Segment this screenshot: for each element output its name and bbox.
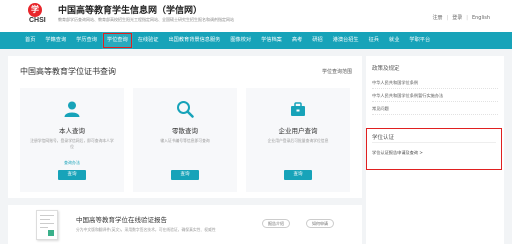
card-title: 零散查询 — [172, 127, 198, 135]
how-to-apply-button[interactable]: 如何申请 — [306, 219, 334, 228]
site-subtitle: 教育部学历查询网站、教育部高校招生阳光工程指定网站、全国硕士研究生招生报名和调剂… — [58, 17, 234, 22]
sidebar: 政策及规定 中华人民共和国学位条例 中华人民共和国学位条例暂行实施办法 常见问题… — [366, 56, 504, 244]
nav-item-diploma-query[interactable]: 学历查询 — [71, 32, 102, 49]
chsi-logo[interactable]: 学 CHSI — [26, 3, 52, 29]
card-description: 输入证书编号等信息即可查询 — [160, 138, 210, 143]
report-title: 中国高等教育学位在线验证报告 — [76, 216, 167, 224]
separator: | — [446, 14, 449, 21]
card-title: 企业用户查询 — [278, 127, 318, 135]
nav-item-home[interactable]: 首页 — [20, 32, 40, 49]
enterprise-query-card: 企业用户查询 企业用户登录后可批量查询学位信息 查询 — [246, 88, 350, 192]
card-description: 企业用户登录后可批量查询学位信息 — [267, 138, 329, 143]
nav-item-graduate[interactable]: 研招 — [307, 32, 327, 49]
personal-query-card: 本人查询 注册学信网账号，登录学信网后，即可查询本人学位 查询办法 查询 — [20, 88, 124, 192]
logo-emblem-icon: 学 — [28, 3, 42, 17]
query-method-link[interactable]: 查询办法 — [20, 160, 124, 166]
single-query-card: 零散查询 输入证书编号等信息即可查询 查询 — [133, 88, 237, 192]
magnifier-icon — [177, 101, 194, 118]
person-icon — [64, 101, 80, 117]
nav-item-image-check[interactable]: 图像校对 — [225, 32, 256, 49]
main-nav: 首页 学籍查询 学历查询 学位查询 在线验证 出国教育背景信息服务 图像校对 学… — [0, 32, 512, 49]
register-link[interactable]: 注册 — [433, 14, 443, 21]
page-title: 中国高等教育学位证书查询 — [20, 67, 116, 76]
policy-heading: 政策及规定 — [372, 66, 400, 72]
logo-text: CHSI — [29, 17, 46, 24]
verification-report-section: 中国高等教育学位在线验证报告 分为中文版和翻译件(英文)，采用数字签名技术，可在… — [8, 205, 362, 244]
nav-item-career[interactable]: 学职平台 — [404, 32, 435, 49]
nav-item-online-verify[interactable]: 在线验证 — [133, 32, 164, 49]
query-scope-link[interactable]: 学位查询范围 — [322, 68, 352, 75]
top-links: 注册 | 登录 | English — [433, 14, 490, 22]
policy-list: 中华人民共和国学位条例 中华人民共和国学位条例暂行实施办法 常见问题 — [372, 76, 498, 115]
login-link[interactable]: 登录 — [452, 14, 462, 21]
personal-query-button[interactable]: 查询 — [58, 170, 86, 180]
site-header: 学 CHSI 中国高等教育学生信息网（学信网） 教育部学历查询网站、教育部高校招… — [0, 0, 512, 32]
nav-item-enrollment-query[interactable]: 学籍查询 — [40, 32, 71, 49]
degree-query-panel: 中国高等教育学位证书查询 学位查询范围 本人查询 注册学信网账号，登录学信网后，… — [8, 56, 362, 198]
enterprise-icon — [291, 102, 305, 116]
degree-certification-box: 学位认证 学位认证报告申请及查询 > — [366, 128, 502, 170]
report-description: 分为中文版和翻译件(英文)，采用数字签名技术，可在线验证，确保真实性、权威性 — [76, 227, 216, 232]
nav-item-hmt[interactable]: 港澳台招生 — [328, 32, 364, 49]
report-intro-button[interactable]: 报告介绍 — [262, 219, 290, 228]
certification-heading: 学位认证 — [372, 135, 395, 141]
english-link[interactable]: English — [472, 15, 490, 21]
nav-item-military[interactable]: 征兵 — [364, 32, 384, 49]
single-query-button[interactable]: 查询 — [171, 170, 199, 180]
enterprise-query-button[interactable]: 查询 — [284, 170, 312, 180]
separator: | — [466, 14, 468, 21]
nav-item-overseas-service[interactable]: 出国教育背景信息服务 — [163, 32, 225, 49]
nav-item-archive[interactable]: 学信档案 — [256, 32, 287, 49]
report-document-icon — [36, 210, 58, 240]
certification-apply-link[interactable]: 学位认证报告申请及查询 > — [372, 150, 423, 156]
nav-item-jobs[interactable]: 就业 — [384, 32, 404, 49]
policy-item-faq[interactable]: 常见问题 — [372, 102, 498, 115]
nav-item-gaokao[interactable]: 高考 — [287, 32, 307, 49]
policy-item-degree-regulations[interactable]: 中华人民共和国学位条例 — [372, 76, 498, 89]
site-title: 中国高等教育学生信息网（学信网） — [58, 6, 203, 16]
card-title: 本人查询 — [59, 127, 85, 135]
policy-item-implementation-measures[interactable]: 中华人民共和国学位条例暂行实施办法 — [372, 89, 498, 102]
card-description: 注册学信网账号，登录学信网后，即可查询本人学位 — [30, 138, 114, 149]
nav-item-degree-query[interactable]: 学位查询 — [101, 32, 133, 49]
